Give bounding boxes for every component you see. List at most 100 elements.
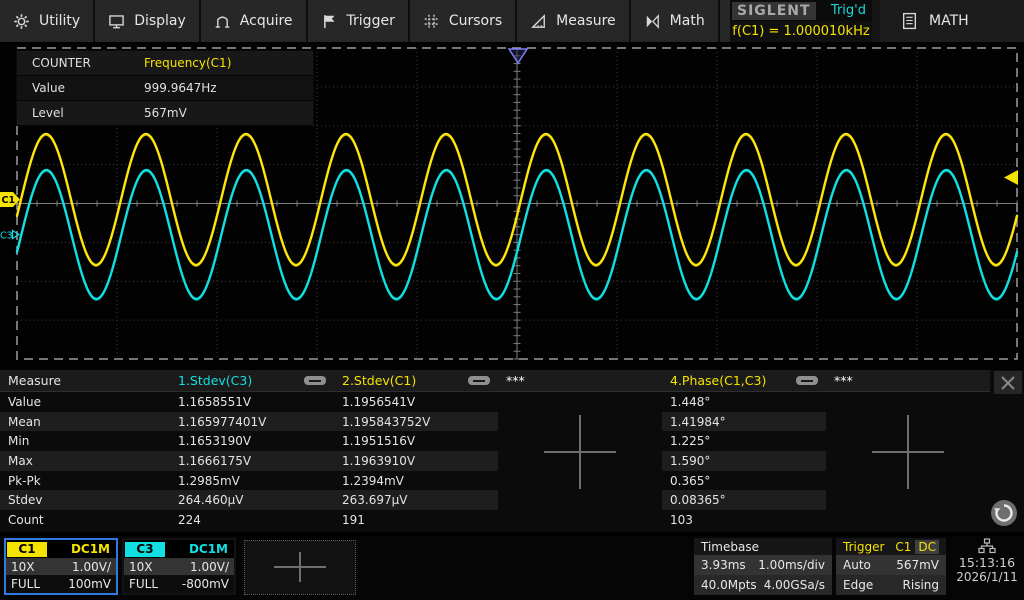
channel-1-marker-label: C1 — [2, 195, 16, 206]
measure-cell: 1.1658551V — [170, 392, 334, 412]
channel-3-coupling: DC1M — [189, 542, 228, 556]
measure-cell: 1.448° — [662, 392, 826, 412]
plus-icon — [274, 552, 326, 582]
measure-column-title: 1.Stdev(C3) — [178, 373, 304, 388]
add-measurement-button[interactable] — [872, 415, 944, 489]
menu-item-trigger[interactable]: Trigger — [308, 0, 410, 42]
channel-3-probe: 10X — [129, 560, 153, 574]
cursors-icon — [423, 13, 440, 30]
oscilloscope-screen: Utility Display Acquire Trigger — [0, 0, 1024, 600]
measure-cell: 263.697µV — [334, 490, 498, 510]
measure-column-title: 4.Phase(C1,C3) — [670, 373, 796, 388]
flag-icon — [321, 13, 338, 30]
channel-1-coupling: DC1M — [71, 542, 110, 556]
counter-overlay: COUNTER Frequency(C1) Value 999.9647Hz L… — [16, 50, 314, 125]
refresh-icon — [991, 500, 1017, 526]
math-icon — [644, 13, 661, 30]
measure-panel: Measure 1.Stdev(C3) 2.Stdev(C1) *** 4.Phase… — [0, 370, 1024, 532]
measure-row-label: Stdev — [0, 490, 170, 510]
menu-item-cursors[interactable]: Cursors — [410, 0, 517, 42]
menu-item-utility[interactable]: Utility — [0, 0, 95, 42]
measure-cell: 1.1951516V — [334, 431, 498, 451]
menu-item-label: Acquire — [240, 13, 293, 29]
timebase-panel[interactable]: Timebase 3.93ms 1.00ms/div 40.0Mpts 4.00… — [694, 538, 832, 595]
measure-row-label: Pk-Pk — [0, 471, 170, 491]
trigger-status-box: SIGLENT Trig'd f(C1) = 1.000010kHz — [730, 0, 872, 42]
measure-cell: 1.1963910V — [334, 451, 498, 471]
trigger-panel[interactable]: Trigger C1 DC Auto 567mV Edge Rising — [836, 538, 946, 595]
measure-cell — [498, 392, 662, 412]
channel-1-bandwidth: FULL — [11, 577, 40, 591]
measure-cell: 1.590° — [662, 451, 826, 471]
timebase-scale: 1.00ms/div — [758, 558, 825, 572]
math-tab-label: MATH — [929, 13, 969, 29]
waveform-display: C1 C3 COUNTER Frequency(C1) Value 999.96… — [0, 42, 1024, 372]
frequency-readout: f(C1) = 1.000010kHz — [730, 21, 872, 42]
channel-1-probe: 10X — [11, 560, 35, 574]
status-bar: C1 DC1M 10X 1.00V/ FULL 100mV C3 DC1M 10… — [0, 536, 1024, 600]
counter-row-value: 567mV — [144, 106, 187, 120]
menu-item-label: Trigger — [347, 13, 395, 29]
measure-column-header: 2.Stdev(C1) — [334, 370, 498, 392]
trigger-state-badge: Trig'd — [831, 3, 866, 18]
measure-row-label: Value — [0, 392, 170, 412]
measure-row-label: Mean — [0, 412, 170, 432]
channel-1-offset: 100mV — [68, 577, 111, 591]
menu-item-display[interactable]: Display — [95, 0, 201, 42]
measure-cell: 264.460µV — [170, 490, 334, 510]
measure-cell: 1.1653190V — [170, 431, 334, 451]
menu-item-label: Utility — [39, 13, 80, 29]
trigger-position-marker[interactable] — [509, 49, 527, 63]
timebase-title: Timebase — [701, 540, 759, 554]
trigger-level-marker[interactable] — [1004, 170, 1018, 185]
measure-column-title: *** — [506, 373, 662, 388]
clock-panel: 15:13:16 2026/1/11 — [950, 538, 1024, 598]
measure-cell: 1.41984° — [662, 412, 826, 432]
measure-cell — [826, 490, 990, 510]
menu-item-acquire[interactable]: Acquire — [201, 0, 308, 42]
measure-column-header: 4.Phase(C1,C3) — [662, 370, 826, 392]
channel-1-scale: 1.00V/ — [72, 560, 111, 574]
trigger-slope: Rising — [903, 578, 939, 592]
remove-measurement-button[interactable] — [468, 376, 490, 385]
gear-icon — [13, 13, 30, 30]
measure-row-label: Min — [0, 431, 170, 451]
measure-table: Measure 1.Stdev(C3) 2.Stdev(C1) *** 4.Phase… — [0, 370, 1024, 530]
math-tab[interactable]: MATH — [880, 0, 1024, 42]
close-measure-button[interactable] — [994, 371, 1022, 394]
measure-icon — [530, 13, 547, 30]
channel-3-badge: C3 — [125, 542, 165, 557]
measure-cell: 1.1956541V — [334, 392, 498, 412]
channel-3-box[interactable]: C3 DC1M 10X 1.00V/ FULL -800mV — [122, 538, 236, 595]
trigger-level: 567mV — [896, 558, 939, 572]
measure-cell: 0.365° — [662, 471, 826, 491]
timebase-delay: 3.93ms — [701, 558, 746, 572]
measure-cell: 1.195843752V — [334, 412, 498, 432]
measure-cell — [498, 490, 662, 510]
channel-3-marker-label: C3 — [0, 231, 13, 242]
measure-cell — [826, 510, 990, 530]
channel-3-offset: -800mV — [182, 577, 229, 591]
measure-cell: 103 — [662, 510, 826, 530]
menu-item-label: Display — [134, 13, 186, 29]
add-measurement-button[interactable] — [544, 415, 616, 489]
measure-cell: 0.08365° — [662, 490, 826, 510]
channel-3-offset-marker[interactable]: C3 — [0, 231, 19, 242]
menu-item-measure[interactable]: Measure — [517, 0, 631, 42]
measure-column-header: 1.Stdev(C3) — [170, 370, 334, 392]
measure-cell: 1.225° — [662, 431, 826, 451]
measure-corner-label: Measure — [0, 370, 170, 392]
trigger-mode: Auto — [843, 558, 871, 572]
menu-item-math[interactable]: Math — [631, 0, 720, 42]
measure-column-title: *** — [834, 373, 990, 388]
remove-measurement-button[interactable] — [796, 376, 818, 385]
measure-cell — [826, 392, 990, 412]
add-channel-button[interactable] — [244, 540, 356, 595]
measure-cell: 1.1666175V — [170, 451, 334, 471]
counter-title: COUNTER — [17, 56, 144, 70]
menu-item-label: Measure — [556, 13, 616, 29]
channel-1-box[interactable]: C1 DC1M 10X 1.00V/ FULL 100mV — [4, 538, 118, 595]
display-icon — [108, 13, 125, 30]
reset-statistics-button[interactable] — [990, 499, 1018, 527]
remove-measurement-button[interactable] — [304, 376, 326, 385]
